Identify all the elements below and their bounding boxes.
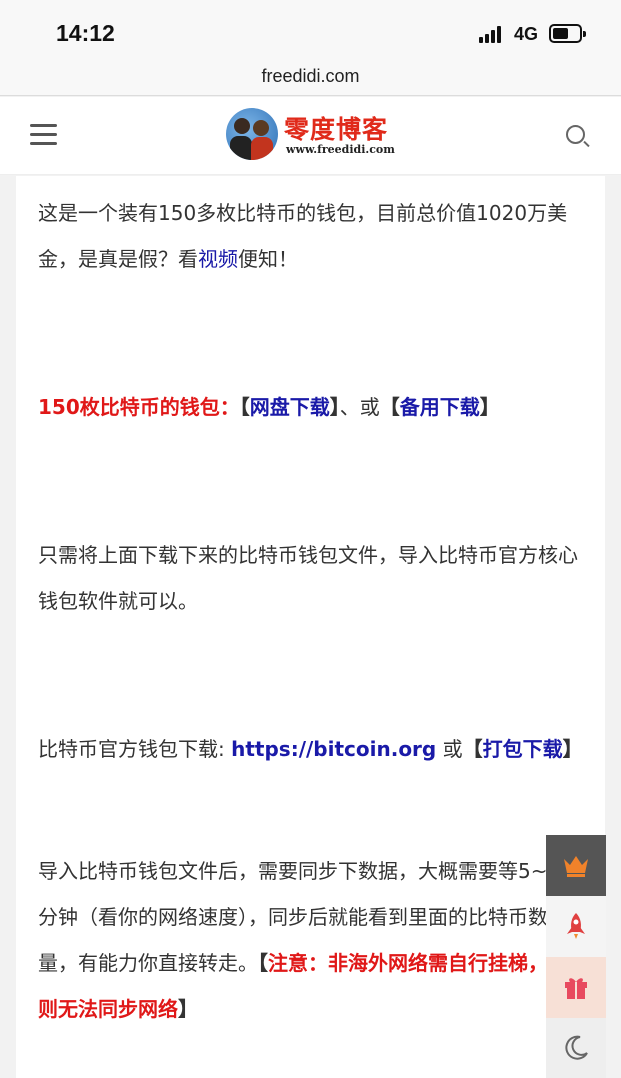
logo-title: 零度博客	[284, 115, 389, 144]
article-paragraph-intro: 这是一个装有150多枚比特币的钱包，目前总价值1020万美金，是真是假？看视频便…	[38, 190, 586, 282]
backup-download-link[interactable]: 备用下载	[400, 395, 480, 419]
logo-avatar	[226, 108, 278, 160]
official-wallet-label: 比特币官方钱包下载:	[38, 737, 232, 761]
article-paragraph-instructions: 只需将上面下载下来的比特币钱包文件，导入比特币官方核心钱包软件就可以。	[38, 543, 578, 613]
logo-url: www.freedidi.com	[286, 143, 395, 156]
url-bar[interactable]: freedidi.com	[0, 60, 621, 96]
battery-icon	[549, 24, 586, 43]
bracket: 【	[239, 395, 250, 419]
intro-text: 这是一个装有150多枚比特币的钱包，目前总价值1020万美金，是真是假？看	[38, 201, 568, 271]
rocket-icon	[567, 913, 585, 939]
gift-icon	[565, 978, 587, 999]
bracket: 】	[178, 997, 198, 1021]
gift-button[interactable]	[546, 957, 606, 1018]
or-separator: 或	[436, 737, 463, 761]
article-paragraph-sync: 导入比特币钱包文件后，需要同步下数据，大概需要等5~10分钟（看你的网络速度），…	[38, 848, 586, 1032]
rocket-button[interactable]	[546, 896, 606, 957]
network-type: 4G	[514, 24, 539, 44]
video-link[interactable]: 视频	[198, 247, 238, 271]
bracket: 【	[258, 951, 268, 975]
cellular-signal-icon	[479, 26, 505, 43]
bracket: 】	[562, 737, 583, 761]
netdisk-download-link[interactable]: 网盘下载	[250, 395, 330, 419]
moon-icon	[565, 1035, 588, 1060]
floating-toolbar	[546, 835, 606, 1078]
status-bar: 14:12 4G	[0, 0, 621, 60]
bracket: 】	[479, 395, 500, 419]
bracket: 】	[329, 395, 340, 419]
url-text: freedidi.com	[261, 66, 360, 86]
article-content: 这是一个装有150多枚比特币的钱包，目前总价值1020万美金，是真是假？看视频便…	[16, 176, 605, 1078]
site-header: 零度博客 www.freedidi.com	[0, 97, 621, 175]
dark-mode-button[interactable]	[546, 1018, 606, 1078]
article-paragraph-download: 150枚比特币的钱包：【网盘下载】、或【备用下载】	[38, 384, 586, 430]
status-time: 14:12	[56, 20, 115, 46]
crown-icon	[564, 856, 588, 877]
bracket: 【	[462, 737, 483, 761]
crown-button[interactable]	[546, 835, 606, 896]
bitcoin-org-link[interactable]: https://bitcoin.org	[231, 737, 436, 761]
package-download-link[interactable]: 打包下载	[483, 737, 563, 761]
wallet-download-label: 150枚比特币的钱包：	[38, 395, 240, 419]
hamburger-menu-icon[interactable]	[30, 124, 57, 146]
intro-text-end: 便知！	[238, 247, 298, 271]
article-paragraph-official-wallet: 比特币官方钱包下载: https://bitcoin.org 或【打包下载】	[38, 726, 586, 772]
search-icon[interactable]	[566, 125, 590, 149]
bracket: 【	[379, 395, 400, 419]
or-separator: 、或	[339, 395, 380, 419]
